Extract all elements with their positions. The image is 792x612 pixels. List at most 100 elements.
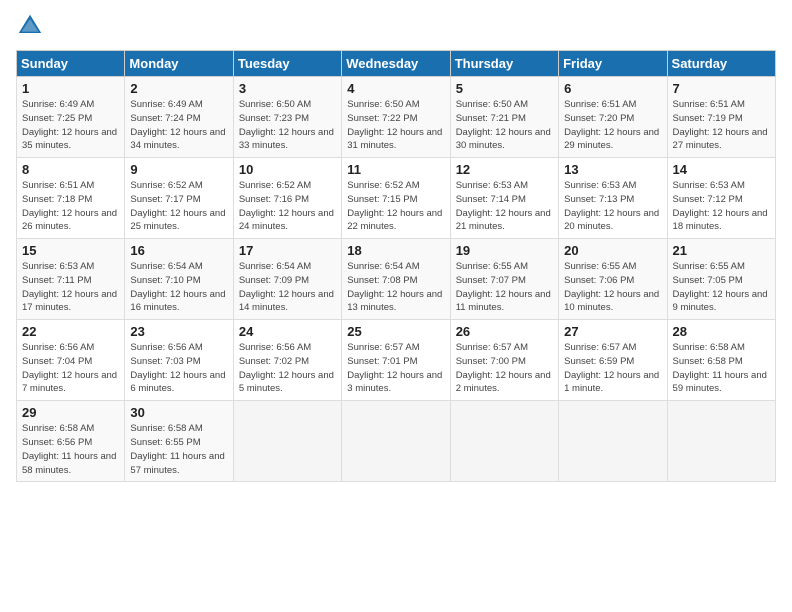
calendar-week-4: 22 Sunrise: 6:56 AMSunset: 7:04 PMDayligh… [17, 320, 776, 401]
cell-content: Sunrise: 6:51 AMSunset: 7:18 PMDaylight:… [22, 180, 117, 232]
calendar-table: SundayMondayTuesdayWednesdayThursdayFrid… [16, 50, 776, 482]
calendar-cell: 7 Sunrise: 6:51 AMSunset: 7:19 PMDaylight… [667, 77, 775, 158]
day-number: 18 [347, 243, 444, 258]
cell-content: Sunrise: 6:57 AMSunset: 7:01 PMDaylight:… [347, 342, 442, 394]
day-number: 8 [22, 162, 119, 177]
calendar-cell [667, 401, 775, 482]
calendar-cell: 14 Sunrise: 6:53 AMSunset: 7:12 PMDayligh… [667, 158, 775, 239]
page-container: SundayMondayTuesdayWednesdayThursdayFrid… [0, 0, 792, 490]
calendar-cell: 3Sunrise: 6:50 AMSunset: 7:23 PMDaylight… [233, 77, 341, 158]
cell-content: Sunrise: 6:53 AMSunset: 7:14 PMDaylight:… [456, 180, 551, 232]
calendar-week-1: 1 Sunrise: 6:49 AMSunset: 7:25 PMDaylight… [17, 77, 776, 158]
cell-content: Sunrise: 6:55 AMSunset: 7:05 PMDaylight:… [673, 261, 768, 313]
cell-content: Sunrise: 6:55 AMSunset: 7:07 PMDaylight:… [456, 261, 551, 313]
calendar-week-2: 8 Sunrise: 6:51 AMSunset: 7:18 PMDaylight… [17, 158, 776, 239]
cell-content: Sunrise: 6:49 AMSunset: 7:25 PMDaylight:… [22, 99, 117, 151]
cell-content: Sunrise: 6:50 AMSunset: 7:23 PMDaylight:… [239, 99, 334, 151]
calendar-cell: 22 Sunrise: 6:56 AMSunset: 7:04 PMDayligh… [17, 320, 125, 401]
cell-content: Sunrise: 6:58 AMSunset: 6:55 PMDaylight:… [130, 423, 224, 475]
calendar-cell [233, 401, 341, 482]
logo-icon [16, 12, 44, 40]
day-number: 11 [347, 162, 444, 177]
calendar-cell: 12 Sunrise: 6:53 AMSunset: 7:14 PMDayligh… [450, 158, 558, 239]
calendar-cell: 26Sunrise: 6:57 AMSunset: 7:00 PMDayligh… [450, 320, 558, 401]
day-header-saturday: Saturday [667, 51, 775, 77]
day-number: 30 [130, 405, 227, 420]
calendar-cell: 27 Sunrise: 6:57 AMSunset: 6:59 PMDayligh… [559, 320, 667, 401]
calendar-cell [342, 401, 450, 482]
calendar-cell: 29 Sunrise: 6:58 AMSunset: 6:56 PMDayligh… [17, 401, 125, 482]
calendar-cell: 15 Sunrise: 6:53 AMSunset: 7:11 PMDayligh… [17, 239, 125, 320]
day-header-sunday: Sunday [17, 51, 125, 77]
cell-content: Sunrise: 6:56 AMSunset: 7:02 PMDaylight:… [239, 342, 334, 394]
day-number: 9 [130, 162, 227, 177]
day-number: 25 [347, 324, 444, 339]
calendar-cell: 16 Sunrise: 6:54 AMSunset: 7:10 PMDayligh… [125, 239, 233, 320]
day-number: 29 [22, 405, 119, 420]
cell-content: Sunrise: 6:51 AMSunset: 7:19 PMDaylight:… [673, 99, 768, 151]
day-number: 22 [22, 324, 119, 339]
calendar-cell: 5Sunrise: 6:50 AMSunset: 7:21 PMDaylight… [450, 77, 558, 158]
day-number: 7 [673, 81, 770, 96]
calendar-cell: 23 Sunrise: 6:56 AMSunset: 7:03 PMDayligh… [125, 320, 233, 401]
day-number: 28 [673, 324, 770, 339]
calendar-cell: 13 Sunrise: 6:53 AMSunset: 7:13 PMDayligh… [559, 158, 667, 239]
cell-content: Sunrise: 6:50 AMSunset: 7:21 PMDaylight:… [456, 99, 551, 151]
calendar-cell: 11Sunrise: 6:52 AMSunset: 7:15 PMDayligh… [342, 158, 450, 239]
cell-content: Sunrise: 6:54 AMSunset: 7:09 PMDaylight:… [239, 261, 334, 313]
calendar-week-5: 29 Sunrise: 6:58 AMSunset: 6:56 PMDayligh… [17, 401, 776, 482]
day-header-tuesday: Tuesday [233, 51, 341, 77]
calendar-cell: 21 Sunrise: 6:55 AMSunset: 7:05 PMDayligh… [667, 239, 775, 320]
calendar-cell: 8 Sunrise: 6:51 AMSunset: 7:18 PMDaylight… [17, 158, 125, 239]
cell-content: Sunrise: 6:53 AMSunset: 7:13 PMDaylight:… [564, 180, 659, 232]
cell-content: Sunrise: 6:50 AMSunset: 7:22 PMDaylight:… [347, 99, 442, 151]
day-number: 12 [456, 162, 553, 177]
day-number: 20 [564, 243, 661, 258]
cell-content: Sunrise: 6:53 AMSunset: 7:11 PMDaylight:… [22, 261, 117, 313]
calendar-cell: 9Sunrise: 6:52 AMSunset: 7:17 PMDaylight… [125, 158, 233, 239]
day-number: 17 [239, 243, 336, 258]
calendar-week-3: 15 Sunrise: 6:53 AMSunset: 7:11 PMDayligh… [17, 239, 776, 320]
cell-content: Sunrise: 6:58 AMSunset: 6:58 PMDaylight:… [673, 342, 767, 394]
calendar-cell: 2Sunrise: 6:49 AMSunset: 7:24 PMDaylight… [125, 77, 233, 158]
day-number: 4 [347, 81, 444, 96]
calendar-cell: 17 Sunrise: 6:54 AMSunset: 7:09 PMDayligh… [233, 239, 341, 320]
calendar-cell: 20 Sunrise: 6:55 AMSunset: 7:06 PMDayligh… [559, 239, 667, 320]
logo [16, 12, 48, 40]
calendar-cell: 18Sunrise: 6:54 AMSunset: 7:08 PMDayligh… [342, 239, 450, 320]
page-header [16, 12, 776, 40]
day-header-monday: Monday [125, 51, 233, 77]
day-number: 13 [564, 162, 661, 177]
cell-content: Sunrise: 6:56 AMSunset: 7:03 PMDaylight:… [130, 342, 225, 394]
day-number: 14 [673, 162, 770, 177]
calendar-cell: 1 Sunrise: 6:49 AMSunset: 7:25 PMDaylight… [17, 77, 125, 158]
day-number: 2 [130, 81, 227, 96]
calendar-cell: 28 Sunrise: 6:58 AMSunset: 6:58 PMDayligh… [667, 320, 775, 401]
calendar-cell: 25 Sunrise: 6:57 AMSunset: 7:01 PMDayligh… [342, 320, 450, 401]
cell-content: Sunrise: 6:57 AMSunset: 7:00 PMDaylight:… [456, 342, 551, 394]
cell-content: Sunrise: 6:52 AMSunset: 7:16 PMDaylight:… [239, 180, 334, 232]
day-number: 15 [22, 243, 119, 258]
calendar-cell: 30 Sunrise: 6:58 AMSunset: 6:55 PMDayligh… [125, 401, 233, 482]
day-number: 23 [130, 324, 227, 339]
day-number: 16 [130, 243, 227, 258]
calendar-cell [559, 401, 667, 482]
day-number: 27 [564, 324, 661, 339]
cell-content: Sunrise: 6:54 AMSunset: 7:10 PMDaylight:… [130, 261, 225, 313]
calendar-header: SundayMondayTuesdayWednesdayThursdayFrid… [17, 51, 776, 77]
calendar-cell [450, 401, 558, 482]
calendar-cell: 6Sunrise: 6:51 AMSunset: 7:20 PMDaylight… [559, 77, 667, 158]
day-number: 24 [239, 324, 336, 339]
day-number: 1 [22, 81, 119, 96]
day-number: 10 [239, 162, 336, 177]
day-header-wednesday: Wednesday [342, 51, 450, 77]
day-number: 21 [673, 243, 770, 258]
day-number: 19 [456, 243, 553, 258]
cell-content: Sunrise: 6:53 AMSunset: 7:12 PMDaylight:… [673, 180, 768, 232]
cell-content: Sunrise: 6:57 AMSunset: 6:59 PMDaylight:… [564, 342, 659, 394]
cell-content: Sunrise: 6:58 AMSunset: 6:56 PMDaylight:… [22, 423, 116, 475]
cell-content: Sunrise: 6:55 AMSunset: 7:06 PMDaylight:… [564, 261, 659, 313]
cell-content: Sunrise: 6:51 AMSunset: 7:20 PMDaylight:… [564, 99, 659, 151]
calendar-cell: 24 Sunrise: 6:56 AMSunset: 7:02 PMDayligh… [233, 320, 341, 401]
cell-content: Sunrise: 6:56 AMSunset: 7:04 PMDaylight:… [22, 342, 117, 394]
